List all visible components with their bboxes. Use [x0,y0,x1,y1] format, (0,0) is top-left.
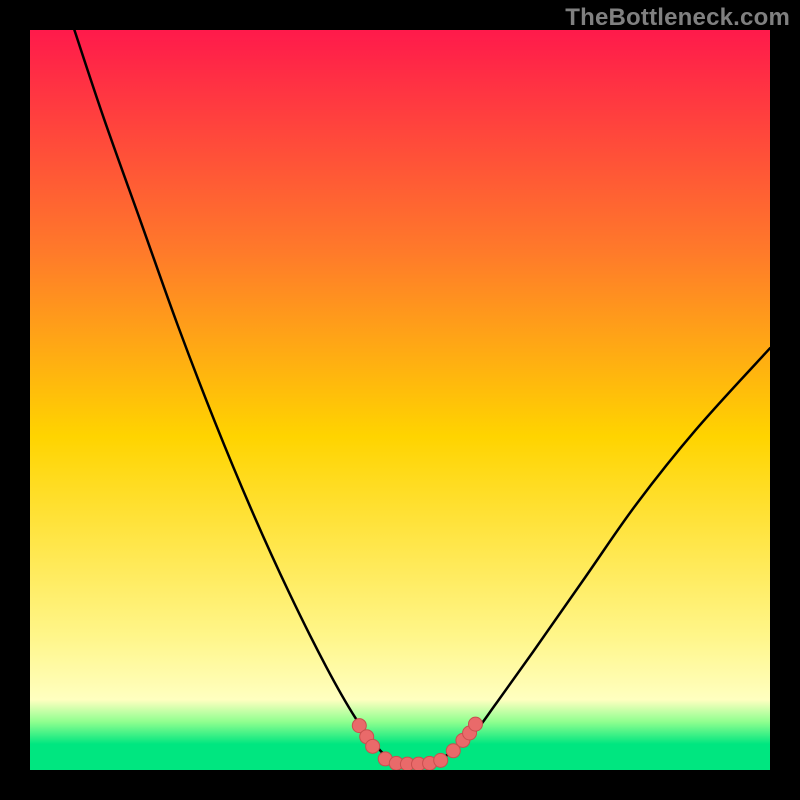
data-marker [434,753,448,767]
data-marker [468,717,482,731]
chart-background [30,30,770,770]
bottleneck-chart [30,30,770,770]
attribution-text: TheBottleneck.com [565,4,790,32]
data-marker [366,739,380,753]
chart-frame: TheBottleneck.com [0,0,800,800]
plot-area [30,30,770,770]
